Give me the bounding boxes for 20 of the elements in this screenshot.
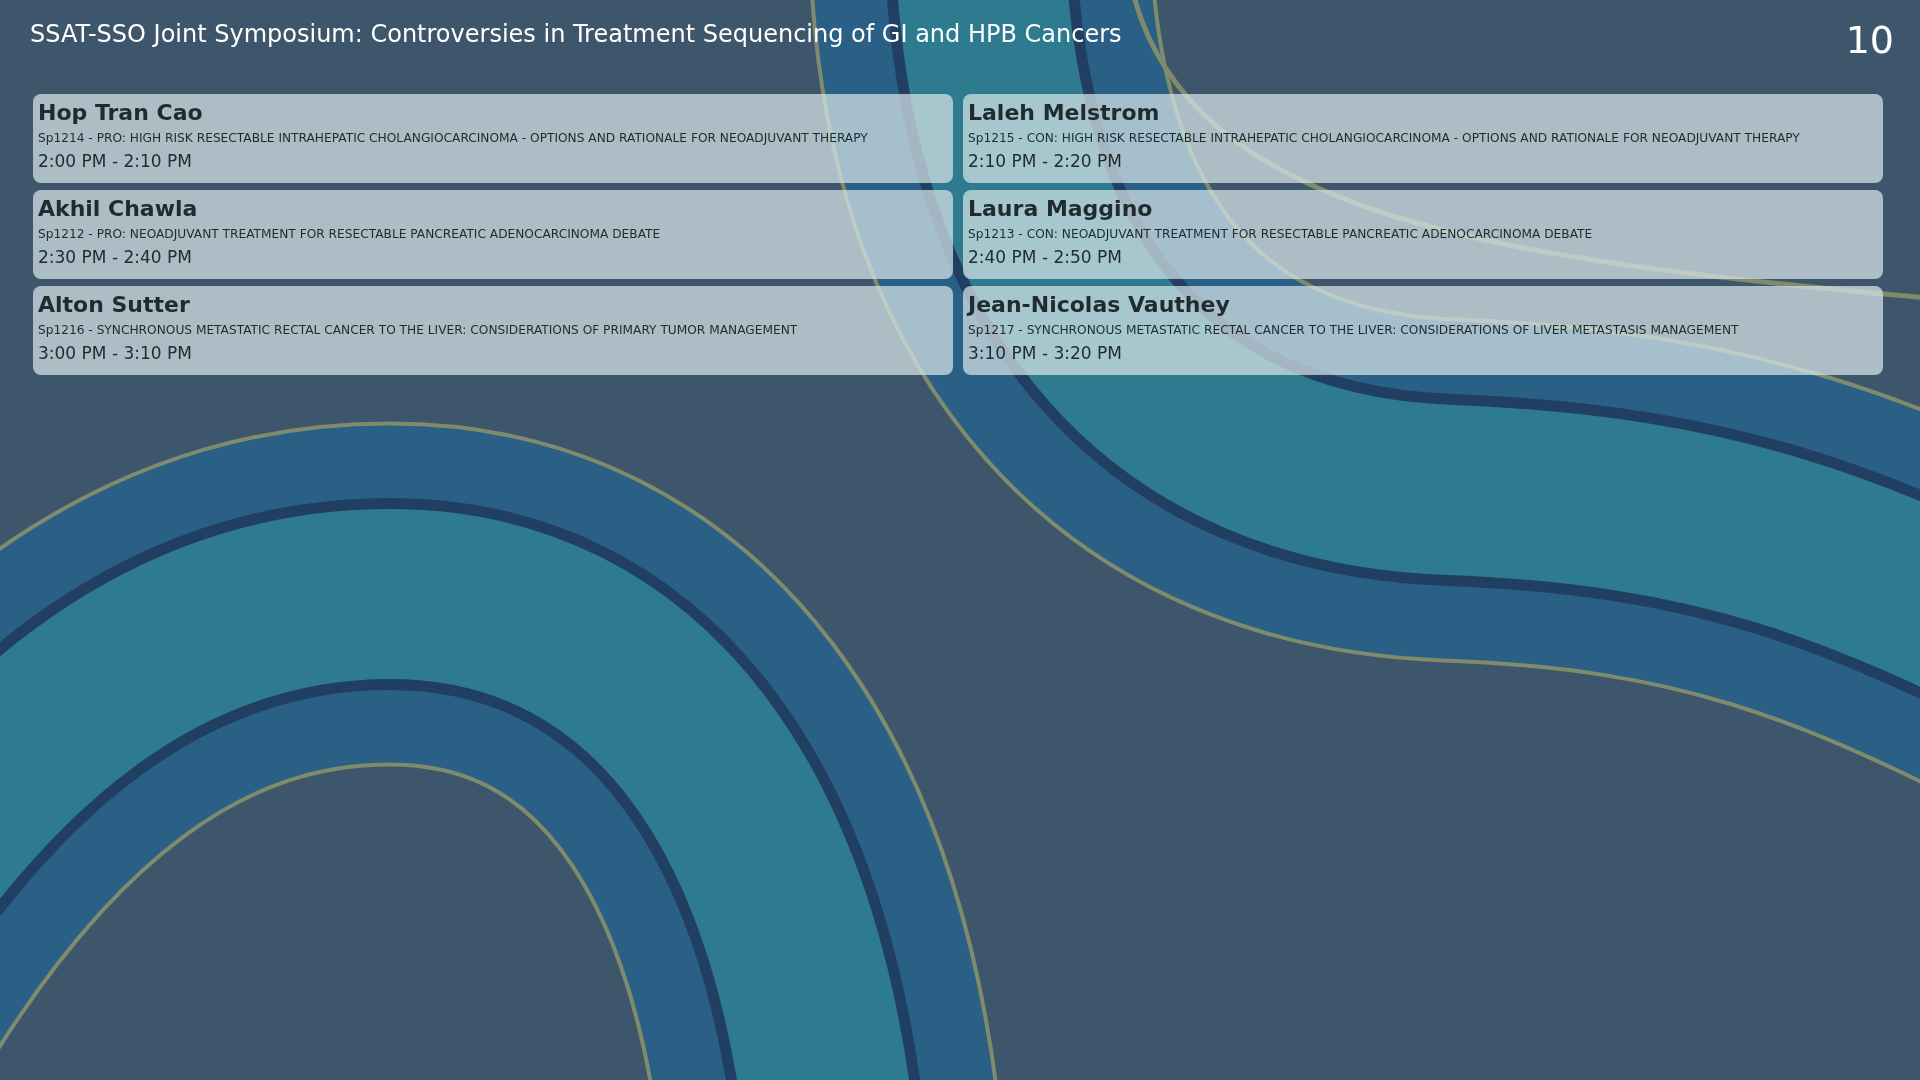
session-time: 3:00 PM - 3:10 PM [38, 342, 193, 365]
speaker-name: Akhil Chawla [38, 195, 199, 223]
session-time: 2:40 PM - 2:50 PM [968, 246, 1123, 269]
session-topic: Sp1213 - CON: NEOADJUVANT TREATMENT FOR RESECTABLE PANCREATIC ADENOCARCINOMA DEBATE [968, 226, 1594, 243]
session-topic: Sp1212 - PRO: NEOADJUVANT TREATMENT FOR RESECTABLE PANCREATIC ADENOCARCINOMA DEBATE [38, 226, 662, 243]
speaker-name: Laura Maggino [968, 195, 1154, 223]
speaker-name: Alton Sutter [38, 291, 191, 319]
session-topic: Sp1217 - SYNCHRONOUS METASTATIC RECTAL CANCER TO THE LIVER: CONSIDERATIONS OF LIVER METASTASIS MANAGEMENT [968, 322, 1740, 339]
session-time: 2:00 PM - 2:10 PM [38, 150, 193, 173]
page-number: 10 [1845, 18, 1894, 62]
session-topic: Sp1214 - PRO: HIGH RISK RESECTABLE INTRAHEPATIC CHOLANGIOCARCINOMA - OPTIONS AND RATIONALE FOR NEOADJUVANT THERAPY [38, 130, 869, 147]
session-time: 3:10 PM - 3:20 PM [968, 342, 1123, 365]
symposium-title: SSAT-SSO Joint Symposium: Controversies in Treatment Sequencing of GI and HPB Cancers [30, 19, 1122, 48]
speaker-name: Jean-Nicolas Vauthey [968, 291, 1231, 319]
session-topic: Sp1215 - CON: HIGH RISK RESECTABLE INTRAHEPATIC CHOLANGIOCARCINOMA - OPTIONS AND RATIONALE FOR NEOADJUVANT THERAPY [968, 130, 1801, 147]
speaker-name: Laleh Melstrom [968, 99, 1161, 127]
session-time: 2:10 PM - 2:20 PM [968, 150, 1123, 173]
session-topic: Sp1216 - SYNCHRONOUS METASTATIC RECTAL CANCER TO THE LIVER: CONSIDERATIONS OF PRIMARY TUMOR MANAGEMENT [38, 322, 799, 339]
session-time: 2:30 PM - 2:40 PM [38, 246, 193, 269]
speaker-name: Hop Tran Cao [38, 99, 204, 127]
